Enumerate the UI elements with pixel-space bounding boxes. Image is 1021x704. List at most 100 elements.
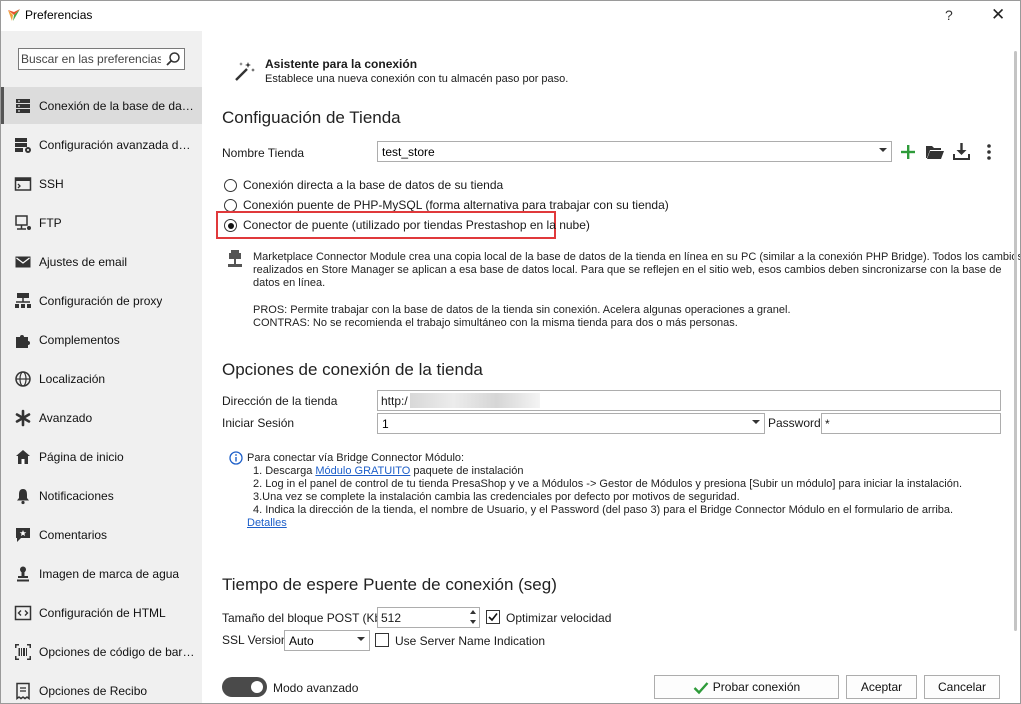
instruction-step-2: 2. Log in el panel de control de tu tien…: [253, 478, 963, 490]
search-box[interactable]: [18, 48, 185, 70]
sidebar-item-email[interactable]: Ajustes de email: [1, 243, 202, 280]
details-link[interactable]: Detalles: [247, 517, 962, 530]
sidebar-item-database-connection[interactable]: Conexión de la base de datos: [1, 87, 202, 124]
sidebar-item-label: Opciones de Recibo: [39, 684, 148, 698]
sidebar-item-proxy[interactable]: Configuración de proxy: [1, 282, 202, 319]
radio-bridge-connector-label[interactable]: Conector de puente (utilizado por tienda…: [243, 218, 590, 232]
open-folder-icon[interactable]: [925, 143, 945, 161]
login-value: 1: [382, 417, 389, 431]
sidebar-item-notifications[interactable]: Notificaciones: [1, 477, 202, 514]
step1-text: 1. Descarga: [253, 465, 316, 477]
accept-label: Aceptar: [860, 680, 903, 694]
barcode-icon: [15, 644, 31, 660]
toggle-knob: [251, 681, 263, 693]
proxy-icon: [15, 293, 31, 308]
accept-button[interactable]: Aceptar: [846, 675, 917, 699]
login-select[interactable]: 1: [377, 413, 765, 434]
help-button[interactable]: ?: [945, 7, 953, 23]
magic-wand-icon: [235, 62, 255, 81]
radio-direct-connection-label[interactable]: Conexión directa a la base de datos de s…: [243, 178, 503, 192]
conn-options-heading: Opciones de conexión de la tienda: [222, 360, 483, 379]
close-button[interactable]: ✕: [991, 5, 1005, 25]
sidebar-item-label: Imagen de marca de agua: [39, 567, 180, 581]
store-name-label: Nombre Tienda: [222, 146, 305, 160]
password-value: *: [825, 417, 830, 431]
instruction-step-3: 3.Una vez se complete la instalación cam…: [253, 491, 740, 503]
free-module-link[interactable]: Módulo GRATUITO: [315, 465, 410, 477]
bridge-description: Marketplace Connector Module crea una co…: [253, 251, 1020, 290]
sidebar-item-label: Complementos: [39, 333, 120, 347]
app-logo-icon: [8, 9, 20, 21]
watermark-icon: [17, 566, 29, 582]
sni-label[interactable]: Use Server Name Indication: [395, 634, 545, 648]
scrollbar-thumb[interactable]: [1014, 51, 1017, 631]
bell-icon: [17, 489, 29, 505]
spin-up-icon[interactable]: [470, 610, 476, 614]
more-options-icon[interactable]: [981, 143, 997, 161]
store-name-value: test_store: [382, 145, 435, 159]
instructions-intro: Para conectar vía Bridge Connector Módul…: [247, 452, 465, 464]
sidebar-item-receipt[interactable]: Opciones de Recibo: [1, 672, 202, 703]
wizard-subtitle: Establece una nueva conexión con tu alma…: [265, 73, 569, 85]
sidebar-item-plugins[interactable]: Complementos: [1, 321, 202, 358]
instruction-step-1: 1. Descarga Módulo GRATUITO paquete de i…: [247, 465, 962, 478]
download-icon[interactable]: [952, 142, 971, 161]
sidebar-item-comments[interactable]: Comentarios: [1, 516, 202, 553]
post-size-spinner[interactable]: 512: [377, 607, 480, 628]
sidebar-item-barcode[interactable]: Opciones de código de barras: [1, 633, 202, 670]
optimize-speed-label[interactable]: Optimizar velocidad: [506, 611, 611, 625]
sidebar-item-label: Localización: [39, 372, 106, 386]
store-address-value: http:/: [381, 394, 408, 408]
store-address-label: Dirección de la tienda: [222, 394, 338, 408]
post-size-label: Tamaño del bloque POST (Kb): [222, 611, 386, 625]
advanced-mode-toggle[interactable]: [222, 677, 267, 697]
main-scrollbar[interactable]: [1011, 31, 1020, 641]
description-line: realizados en Store Manager se aplican a…: [253, 264, 1002, 276]
plugin-module-icon: [228, 250, 242, 267]
radio-direct-connection[interactable]: [224, 179, 237, 192]
sidebar-item-ftp[interactable]: FTP: [1, 204, 202, 241]
sidebar-item-label: Configuración de proxy: [39, 294, 163, 308]
ssl-version-select[interactable]: Auto: [284, 630, 370, 651]
password-input[interactable]: *: [821, 413, 1001, 434]
sidebar-item-html[interactable]: Configuración de HTML: [1, 594, 202, 631]
terminal-icon: [14, 177, 32, 191]
mail-icon: [15, 256, 31, 268]
sidebar-item-label: Ajustes de email: [39, 255, 128, 269]
post-size-value: 512: [381, 611, 402, 625]
sidebar-item-advanced-db[interactable]: Configuración avanzada de la base de dat…: [1, 126, 202, 163]
optimize-speed-checkbox[interactable]: [486, 610, 500, 624]
test-connection-label: Probar conexión: [712, 680, 801, 694]
radio-bridge-connector[interactable]: [224, 219, 237, 232]
chevron-down-icon: [879, 148, 887, 152]
spin-down-icon[interactable]: [470, 620, 476, 624]
test-connection-button[interactable]: Probar conexión: [654, 675, 839, 699]
database-icon: [16, 99, 30, 113]
store-name-select[interactable]: test_store: [377, 141, 892, 162]
sidebar-item-ssh[interactable]: SSH: [1, 165, 202, 202]
ssl-version-value: Auto: [289, 634, 314, 648]
search-icon[interactable]: [165, 51, 181, 67]
radio-php-mysql-bridge-label[interactable]: Conexión puente de PHP-MySQL (forma alte…: [243, 198, 669, 212]
sni-checkbox[interactable]: [375, 633, 389, 647]
wizard-title[interactable]: Asistente para la conexión: [265, 57, 417, 71]
code-icon: [14, 605, 32, 621]
sidebar-item-home-page[interactable]: Página de inicio: [1, 438, 202, 475]
window-title: Preferencias: [25, 8, 93, 22]
globe-icon: [15, 371, 31, 387]
cancel-label: Cancelar: [937, 680, 987, 694]
ftp-icon: [15, 215, 31, 230]
sidebar-item-watermark[interactable]: Imagen de marca de agua: [1, 555, 202, 592]
add-store-icon[interactable]: [899, 143, 917, 161]
cancel-button[interactable]: Cancelar: [924, 675, 1000, 699]
sidebar-item-advanced[interactable]: Avanzado: [1, 399, 202, 436]
title-bar: Preferencias ? ✕: [1, 1, 1020, 31]
puzzle-icon: [16, 335, 30, 348]
info-icon: [229, 451, 243, 465]
store-address-input[interactable]: http:/: [377, 390, 1001, 411]
search-input[interactable]: [21, 52, 161, 66]
asterisk-icon: [15, 409, 31, 427]
chevron-down-icon: [357, 637, 365, 641]
sidebar-item-localization[interactable]: Localización: [1, 360, 202, 397]
sidebar: Conexión de la base de datos Configuraci…: [1, 31, 202, 703]
